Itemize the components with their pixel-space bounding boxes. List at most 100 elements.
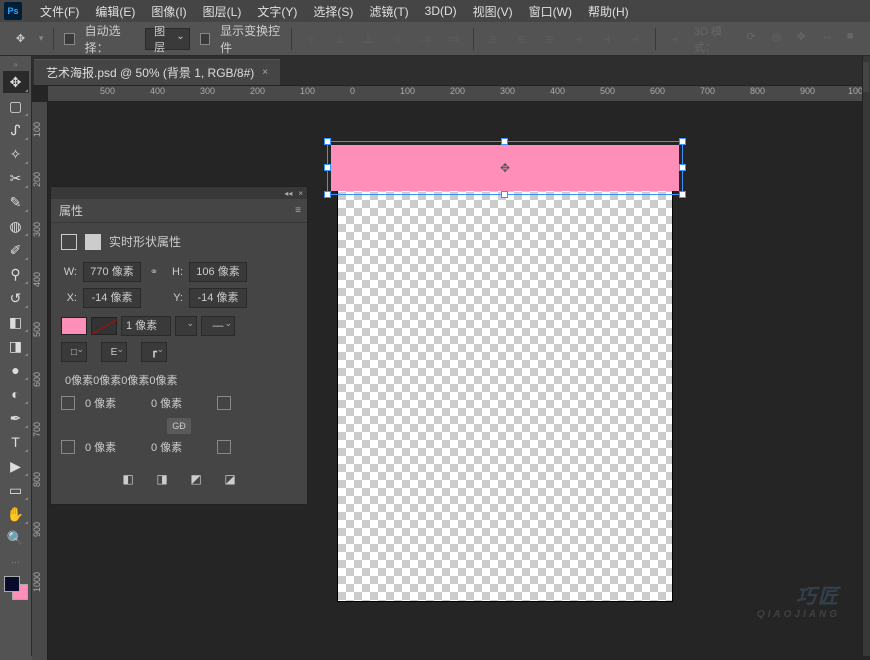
menu-image[interactable]: 图像(I) <box>143 3 194 20</box>
transform-bounding-box[interactable]: ✥ <box>327 141 683 195</box>
stroke-width-dropdown[interactable] <box>175 316 197 336</box>
stroke-caps-dropdown[interactable]: E <box>101 342 127 362</box>
marquee-tool[interactable]: ▢ <box>3 95 29 117</box>
radius-br-input[interactable]: 0 像素 <box>151 438 207 456</box>
distribute-spacing-icon[interactable]: ⫞ <box>665 28 684 50</box>
move-tool[interactable]: ✥ <box>3 71 29 93</box>
menu-type[interactable]: 文字(Y) <box>249 3 305 20</box>
pen-tool[interactable]: ✒ <box>3 407 29 429</box>
stroke-align-dropdown[interactable]: □ <box>61 342 87 362</box>
document-tab[interactable]: 艺术海报.psd @ 50% (背景 1, RGB/8#) × <box>34 59 280 85</box>
zoom-tool[interactable]: 🔍 <box>3 527 29 549</box>
distribute-icon[interactable]: ⫞ <box>626 28 645 50</box>
width-input[interactable]: 770 像素 <box>83 262 141 282</box>
stroke-width-input[interactable]: 1 像素 <box>121 316 171 336</box>
horizontal-ruler[interactable]: 500 400 300 200 100 0 100 200 300 400 50… <box>48 86 870 102</box>
align-left-icon[interactable]: ⫣ <box>387 28 406 50</box>
close-icon[interactable]: × <box>262 67 268 78</box>
gradient-tool[interactable]: ◨ <box>3 335 29 357</box>
distribute-icon[interactable]: ⫞ <box>569 28 588 50</box>
path-select-tool[interactable]: ▶ <box>3 455 29 477</box>
vertical-ruler[interactable]: 100 200 300 400 500 600 700 800 900 1000 <box>32 102 48 660</box>
collapse-icon[interactable]: ◂◂ <box>284 189 292 198</box>
stroke-color-swatch[interactable] <box>91 317 117 335</box>
align-vcenter-icon[interactable]: ⫠ <box>330 28 349 50</box>
auto-select-checkbox[interactable] <box>64 33 74 45</box>
panel-nub[interactable] <box>863 62 869 92</box>
align-top-icon[interactable]: ⫟ <box>302 28 321 50</box>
menu-window[interactable]: 窗口(W) <box>521 3 580 20</box>
handle-top-right[interactable] <box>679 138 686 145</box>
eyedropper-tool[interactable]: ✎ <box>3 191 29 213</box>
distribute-icon[interactable]: ≡ <box>512 28 531 50</box>
menu-layer[interactable]: 图层(L) <box>195 3 250 20</box>
stroke-style-dropdown[interactable]: — <box>201 316 235 336</box>
align-bottom-icon[interactable]: ⫡ <box>359 28 378 50</box>
handle-mid-left[interactable] <box>324 164 331 171</box>
menu-file[interactable]: 文件(F) <box>32 3 87 20</box>
slide-3d-icon[interactable]: ↔ <box>822 30 837 48</box>
y-input[interactable]: -14 像素 <box>189 288 247 308</box>
handle-bottom-right[interactable] <box>679 191 686 198</box>
orbit-3d-icon[interactable]: ⟳ <box>746 30 761 48</box>
handle-mid-right[interactable] <box>679 164 686 171</box>
type-tool[interactable]: T <box>3 431 29 453</box>
radius-bl-input[interactable]: 0 像素 <box>85 438 141 456</box>
eraser-tool[interactable]: ◧ <box>3 311 29 333</box>
pan-3d-icon[interactable]: ✥ <box>797 30 812 48</box>
blur-tool[interactable]: ● <box>3 359 29 381</box>
magic-wand-tool[interactable]: ✧ <box>3 143 29 165</box>
distribute-icon[interactable]: ≡ <box>484 28 503 50</box>
menu-view[interactable]: 视图(V) <box>465 3 521 20</box>
distribute-icon[interactable]: ⫞ <box>598 28 617 50</box>
align-right-icon[interactable]: ⫥ <box>444 28 463 50</box>
panel-tab-handle[interactable]: ◂◂ × <box>51 187 307 199</box>
dodge-tool[interactable]: ◐ <box>3 383 29 405</box>
history-brush-tool[interactable]: ↺ <box>3 287 29 309</box>
transform-center-icon[interactable]: ✥ <box>499 162 511 174</box>
x-input[interactable]: -14 像素 <box>83 288 141 308</box>
properties-tab[interactable]: 属性 ≡ <box>51 199 307 223</box>
menu-3d[interactable]: 3D(D) <box>417 4 465 18</box>
hand-tool[interactable]: ✋ <box>3 503 29 525</box>
handle-bottom-left[interactable] <box>324 191 331 198</box>
align-hcenter-icon[interactable]: ⫤ <box>416 28 435 50</box>
properties-panel[interactable]: ◂◂× 属性 ≡ 实时形状属性 W: 770 像素 ⚭ H: 106 像素 X:… <box>50 186 308 505</box>
brush-tool[interactable]: ✐ <box>3 239 29 261</box>
path-intersect-icon[interactable]: ◩ <box>186 470 206 488</box>
handle-bottom-center[interactable] <box>501 191 508 198</box>
menu-help[interactable]: 帮助(H) <box>580 3 637 20</box>
stamp-tool[interactable]: ⚲ <box>3 263 29 285</box>
radius-tr-input[interactable]: 0 像素 <box>151 394 207 412</box>
right-panels-collapsed[interactable] <box>862 56 870 656</box>
link-wh-icon[interactable]: ⚭ <box>147 267 161 278</box>
foreground-color[interactable] <box>4 576 20 592</box>
link-radii-button[interactable]: GĐ <box>167 418 191 434</box>
height-input[interactable]: 106 像素 <box>189 262 247 282</box>
camera-3d-icon[interactable]: ■ <box>847 30 862 48</box>
stroke-corners-dropdown[interactable]: ┏ <box>141 342 167 362</box>
canvas[interactable]: ✥ <box>338 152 672 601</box>
roll-3d-icon[interactable]: ◎ <box>771 30 786 48</box>
menu-filter[interactable]: 滤镜(T) <box>361 3 416 20</box>
width-label: W: <box>61 266 77 278</box>
path-exclude-icon[interactable]: ◪ <box>220 470 240 488</box>
path-combine-icon[interactable]: ◧ <box>118 470 138 488</box>
radius-tl-input[interactable]: 0 像素 <box>85 394 141 412</box>
color-swatches[interactable] <box>4 576 28 600</box>
healing-tool[interactable]: ◍ <box>3 215 29 237</box>
auto-select-dropdown[interactable]: 图层 <box>145 28 190 50</box>
lasso-tool[interactable]: ᔑ <box>3 119 29 141</box>
handle-top-center[interactable] <box>501 138 508 145</box>
crop-tool[interactable]: ✂ <box>3 167 29 189</box>
menu-edit[interactable]: 编辑(E) <box>87 3 143 20</box>
show-transform-checkbox[interactable] <box>200 33 210 45</box>
shape-tool[interactable]: ▭ <box>3 479 29 501</box>
handle-top-left[interactable] <box>324 138 331 145</box>
fill-color-swatch[interactable] <box>61 317 87 335</box>
distribute-icon[interactable]: ≡ <box>541 28 560 50</box>
menu-select[interactable]: 选择(S) <box>305 3 361 20</box>
panel-menu-icon[interactable]: ≡ <box>295 205 301 216</box>
close-icon[interactable]: × <box>298 189 303 198</box>
path-subtract-icon[interactable]: ◨ <box>152 470 172 488</box>
